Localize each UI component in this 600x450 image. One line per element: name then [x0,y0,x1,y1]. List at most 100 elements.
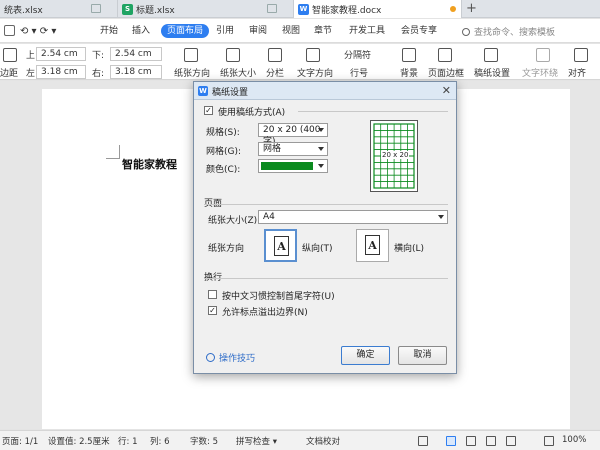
page-border-button[interactable]: 页面边框 [428,66,464,79]
margin-left-input[interactable]: 3.18 cm [36,65,86,79]
file-tab-label: 统表.xlsx [4,5,43,16]
dialog-title-bar[interactable]: W 稿纸设置 ✕ [194,82,456,100]
spec-select[interactable]: 20 x 20 (400 字) [258,123,328,147]
tips-link-label: 操作技巧 [219,354,256,364]
page-view-icon[interactable] [446,436,456,446]
document-text[interactable]: 智能家教程 [122,156,177,172]
menu-item-page-layout[interactable]: 页面布局 [161,24,210,38]
eye-icon[interactable] [418,436,428,446]
web-view-icon[interactable] [486,436,496,446]
color-select[interactable] [258,159,328,173]
cancel-button[interactable]: 取消 [398,346,447,365]
paper-size-button[interactable]: 纸张大小 [220,66,256,79]
outline-view-icon[interactable] [466,436,476,446]
margins-icon[interactable] [3,48,17,62]
chevron-down-icon [318,128,324,132]
file-tab-label: 智能家教程.docx [312,5,382,16]
punct-overflow-checkbox[interactable]: ✓ [208,306,217,315]
margin-bottom-input[interactable]: 2.54 cm [110,47,162,61]
cjk-control-label: 按中文习惯控制首尾字符(U) [222,292,335,302]
orientation-label: 纸张方向 [208,244,245,254]
portrait-page-icon: A [274,236,289,256]
orientation-button[interactable]: 纸张方向 [174,66,210,79]
grid-preview: 20 x 20 [370,120,418,192]
grid-label: 网格(G): [206,147,242,157]
menu-bar: ⟲ ▾ ⟳ ▾ 开始 插入 页面布局 引用 审阅 视图 章节 开发工具 会员专享… [0,19,600,43]
window-icon[interactable] [91,4,101,13]
line-numbers-button[interactable]: 行号 [350,66,368,79]
menu-item-dev-tools[interactable]: 开发工具 [349,25,385,38]
status-page: 页面: 1/1 [2,437,39,447]
paper-size-icon[interactable] [226,48,240,62]
command-search[interactable]: 查找命令、搜索模板 [462,24,598,39]
menu-item-chapter[interactable]: 章节 [314,25,332,38]
portrait-label: 纵向(T) [302,244,333,254]
divider [298,111,448,112]
margin-top-input[interactable]: 2.54 cm [36,47,86,61]
paper-size-value: A4 [263,212,275,222]
margin-right-input[interactable]: 3.18 cm [110,65,162,79]
landscape-page-icon: A [365,235,380,255]
margins-button[interactable]: 边距 [0,66,18,79]
write-view-icon[interactable] [506,436,516,446]
page-break-button[interactable]: 分隔符 [344,48,371,61]
punct-overflow-label: 允许标点溢出边界(N) [222,308,308,318]
grid-paper-icon[interactable] [484,48,498,62]
menu-item-reference[interactable]: 引用 [216,25,234,38]
grid-select[interactable]: 网格 [258,142,328,156]
close-icon[interactable]: ✕ [442,84,451,97]
menu-item-member[interactable]: 会员专享 [401,25,437,38]
quick-access-icons[interactable]: ⟲ ▾ ⟳ ▾ [20,25,56,38]
landscape-option[interactable]: A [356,229,389,262]
status-word-count[interactable]: 字数: 5 [190,435,218,447]
use-grid-checkbox[interactable]: ✓ [204,106,213,115]
file-tab-label: 标题.xlsx [136,5,175,16]
page-border-icon[interactable] [438,48,452,62]
tips-link[interactable]: 操作技巧 [206,351,255,364]
window-icon[interactable] [267,4,277,13]
grid-paper-dialog: W 稿纸设置 ✕ ✓ 使用稿纸方式(A) 规格(S): 20 x 20 (400… [193,81,457,374]
ok-button[interactable]: 确定 [341,346,390,365]
add-tab-icon[interactable]: + [466,0,477,18]
doc-check-button[interactable]: 文档校对 [306,435,340,447]
unsaved-dot-icon [450,6,456,12]
grid-preview-label: 20 x 20 [381,151,410,159]
file-tab-0[interactable]: 统表.xlsx [0,0,118,18]
menu-item-start[interactable]: 开始 [100,25,118,38]
align-icon[interactable] [574,48,588,62]
landscape-label: 横向(L) [394,244,425,254]
fit-page-icon[interactable] [544,436,554,446]
background-icon[interactable] [402,48,416,62]
paper-size-select[interactable]: A4 [258,210,448,224]
search-icon [462,27,470,36]
align-button[interactable]: 对齐 [568,66,586,79]
menu-item-review[interactable]: 审阅 [249,25,267,38]
color-label: 颜色(C): [206,165,241,175]
portrait-option[interactable]: A [264,229,297,262]
text-direction-button[interactable]: 文字方向 [297,66,333,79]
printer-icon[interactable] [4,25,15,36]
menu-item-view[interactable]: 视图 [282,25,300,38]
dialog-title: 稿纸设置 [212,88,249,98]
menu-item-insert[interactable]: 插入 [132,25,150,38]
spell-check-button[interactable]: 拼写检查 ▾ [236,435,277,447]
zoom-level[interactable]: 100% [562,435,586,445]
background-button[interactable]: 背景 [400,66,418,79]
paper-size-label: 纸张大小(Z): [208,216,261,226]
cjk-control-checkbox[interactable] [208,290,217,299]
wrap-section-label: 换行 [204,273,223,283]
margin-corner-mark [106,145,120,159]
margin-right-label: 右: [92,69,105,79]
columns-button[interactable]: 分栏 [266,66,284,79]
columns-icon[interactable] [268,48,282,62]
file-tab-1[interactable]: S 标题.xlsx [118,0,294,18]
orientation-icon[interactable] [184,48,198,62]
grid-paper-button[interactable]: 稿纸设置 [474,66,510,79]
chevron-down-icon [438,215,444,219]
chevron-down-icon [318,164,324,168]
file-tab-2[interactable]: W 智能家教程.docx [294,0,462,18]
status-row: 行: 1 [118,437,138,447]
margin-bottom-label: 下: [92,51,105,61]
spec-label: 规格(S): [206,128,240,138]
text-direction-icon[interactable] [306,48,320,62]
